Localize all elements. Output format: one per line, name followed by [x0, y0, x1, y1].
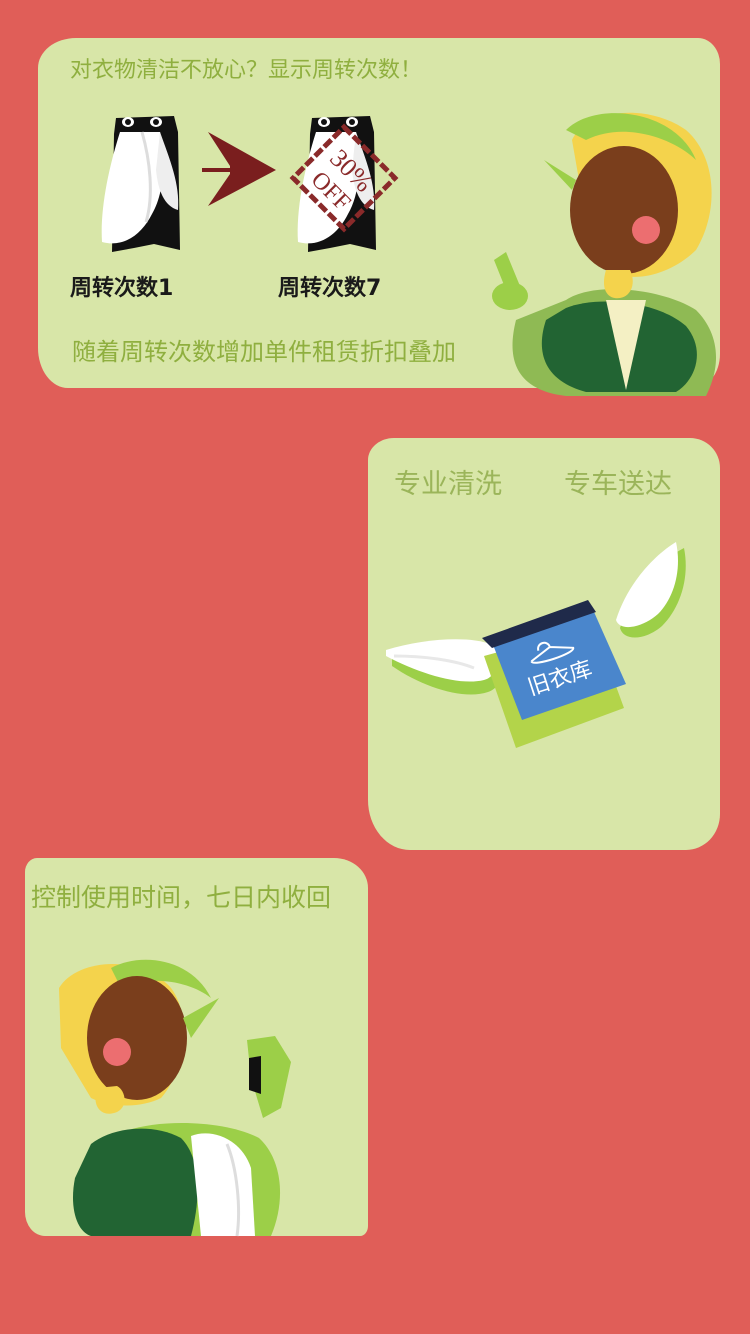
character-thumbs-up-illustration	[492, 112, 717, 396]
service-delivery-label: 专车送达	[564, 469, 672, 500]
arrow-right-icon	[202, 132, 276, 206]
panel1-footer: 随着周转次数增加单件租赁折扣叠加	[72, 338, 456, 366]
service-clean-label: 专业清洗	[394, 469, 502, 500]
panel-clean-delivery: 专业清洗 专车送达 旧衣库	[368, 438, 720, 850]
usage-time-caption: 控制使用时间，七日内收回	[31, 883, 332, 912]
flying-box-illustration: 旧衣库	[386, 542, 686, 748]
garment-before-icon	[101, 116, 180, 252]
panel-usage-time: 控制使用时间，七日内收回	[25, 858, 368, 1237]
turnover-label-before: 周转次数1	[70, 276, 174, 301]
panel-turnover-count: 对衣物清洁不放心？显示周转次数！ 30% OFF 周转次数1 周转次数7 随着周…	[38, 38, 720, 396]
character-holding-garment-illustration	[59, 959, 291, 1237]
panel1-headline: 对衣物清洁不放心？显示周转次数！	[70, 58, 423, 83]
discount-stamp-icon: 30% OFF	[289, 123, 399, 233]
turnover-label-after: 周转次数7	[278, 276, 382, 301]
